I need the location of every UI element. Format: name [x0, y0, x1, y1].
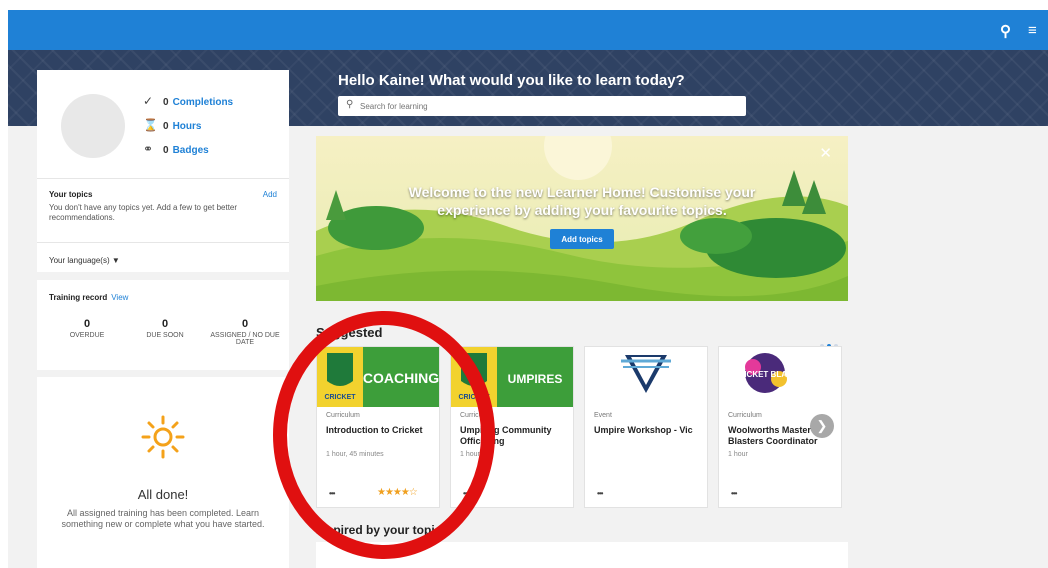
training-view-link[interactable]: View: [111, 293, 128, 302]
star-rating: ★★★★☆: [377, 487, 418, 498]
item-type: Event: [594, 412, 612, 419]
coaching-thumbnail: CRICKET COACHING: [317, 347, 439, 407]
banner-message: Welcome to the new Learner Home! Customi…: [408, 184, 756, 218]
vic-logo-thumbnail: [585, 347, 707, 407]
top-bar: ⚲ ≡: [8, 10, 1048, 50]
topics-message: You don't have any topics yet. Add a few…: [49, 203, 238, 222]
stat-overdue: 0 OVERDUE: [69, 318, 105, 339]
profile-card: ✓ 0 Completions ⌛ 0 Hours ⚭ 0 Badges Your topi…: [37, 70, 289, 272]
check-circle-icon: ✓: [143, 94, 154, 108]
coaching-label: COACHING: [363, 370, 439, 386]
search-box[interactable]: ⚲: [338, 96, 746, 116]
add-topics-link[interactable]: Add: [263, 190, 277, 199]
umpires-thumbnail: CRICKET UMPIRES: [451, 347, 573, 407]
more-options-icon[interactable]: •••: [329, 489, 335, 498]
app-frame: ⚲ ≡ Hello Kaine! What would you like to …: [8, 10, 1048, 568]
stat-hours: ⌛ 0 Hours: [143, 118, 202, 132]
suggested-heading: Suggested: [316, 325, 383, 340]
course-card-introduction-to-cricket[interactable]: CRICKET COACHING Curriculum Introduction…: [316, 346, 440, 508]
inspired-heading: Inspired by your topics: [316, 523, 449, 537]
all-done-card: All done! All assigned training has been…: [37, 377, 289, 568]
stat-completions: ✓ 0 Completions: [143, 94, 234, 108]
item-type: Curriculum: [326, 412, 360, 419]
stat-due-soon: 0 DUE SOON: [146, 318, 184, 339]
item-title[interactable]: Umpiring Community Officiating: [460, 425, 568, 447]
item-type: Curriculum: [728, 412, 762, 419]
sun-icon: [141, 415, 185, 459]
more-options-icon[interactable]: •••: [597, 489, 603, 498]
cricket-blast-thumbnail: CRICKET BLAST: [719, 347, 841, 407]
search-icon: ⚲: [346, 99, 354, 110]
stat-assigned: 0 ASSIGNED / NO DUE DATE: [210, 318, 280, 346]
all-done-title: All done!: [137, 487, 189, 502]
event-card-umpire-workshop[interactable]: Event Umpire Workshop - Vic •••: [584, 346, 708, 508]
greeting-heading: Hello Kaine! What would you like to lear…: [338, 72, 685, 89]
completions-link[interactable]: Completions: [173, 97, 234, 108]
hourglass-icon: ⌛: [143, 118, 158, 132]
chevron-right-icon: ❯: [816, 418, 828, 433]
your-topics-heading: Your topics: [49, 190, 93, 199]
carousel-next-button[interactable]: ❯: [810, 414, 834, 438]
badges-link[interactable]: Badges: [173, 145, 209, 156]
badge-icon: ⚭: [143, 142, 154, 156]
all-done-message: All assigned training has been completed…: [61, 508, 265, 529]
item-title[interactable]: Introduction to Cricket: [326, 425, 434, 436]
search-icon[interactable]: ⚲: [1000, 22, 1011, 40]
divider: [37, 178, 289, 179]
divider: [37, 242, 289, 243]
item-duration: 1 hour: [728, 451, 748, 458]
item-type: Curriculum: [460, 412, 494, 419]
training-record-heading: Training record View: [49, 293, 129, 302]
stat-badges: ⚭ 0 Badges: [143, 142, 209, 156]
umpires-label: UMPIRES: [508, 372, 563, 386]
avatar: [61, 94, 125, 158]
menu-icon[interactable]: ≡: [1028, 22, 1037, 39]
hours-link[interactable]: Hours: [173, 121, 202, 132]
more-options-icon[interactable]: •••: [731, 489, 737, 498]
inspired-section: [316, 542, 848, 568]
training-record-card: Training record View 0 OVERDUE 0 DUE SOON 0…: [37, 280, 289, 370]
item-title[interactable]: Umpire Workshop - Vic: [594, 425, 702, 436]
caret-down-icon: ▼: [111, 256, 120, 265]
welcome-banner: ✕ Welcome to the new Learner Home! Custo…: [316, 136, 848, 301]
close-icon[interactable]: ✕: [819, 144, 832, 162]
cricket-blast-label: CRICKET BLAST: [733, 370, 798, 379]
item-duration: 1 hour: [460, 451, 480, 458]
cricket-logo-text: CRICKET: [458, 394, 490, 401]
language-dropdown[interactable]: Your language(s) ▼: [49, 256, 120, 265]
item-duration: 1 hour, 45 minutes: [326, 451, 384, 458]
more-options-icon[interactable]: •••: [463, 489, 469, 498]
course-card-umpiring[interactable]: CRICKET UMPIRES Curriculum Umpiring Comm…: [450, 346, 574, 508]
add-topics-button[interactable]: Add topics: [550, 229, 614, 249]
cricket-logo-text: CRICKET: [324, 394, 356, 401]
search-input[interactable]: [360, 98, 740, 114]
